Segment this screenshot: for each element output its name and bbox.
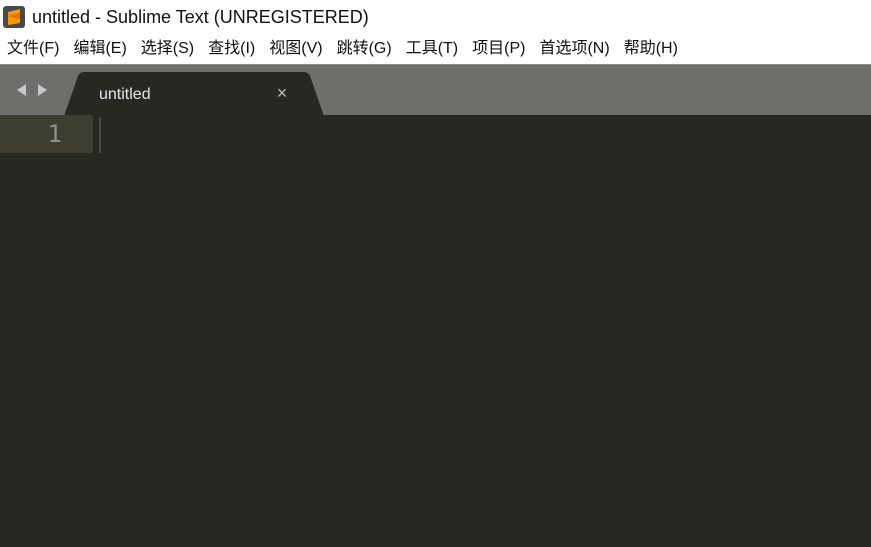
current-line-gutter: 1 xyxy=(0,115,93,153)
menu-tools[interactable]: 工具(T) xyxy=(399,35,465,63)
menu-find[interactable]: 查找(I) xyxy=(201,35,262,63)
tab-bar: untitled × xyxy=(0,64,871,116)
text-cursor xyxy=(99,117,101,153)
title-bar: untitled - Sublime Text (UNREGISTERED) xyxy=(0,0,871,34)
close-icon[interactable]: × xyxy=(274,84,290,102)
editor-area[interactable]: 1 xyxy=(0,115,871,547)
menu-preferences[interactable]: 首选项(N) xyxy=(532,35,616,63)
menu-help[interactable]: 帮助(H) xyxy=(617,35,685,63)
sublime-window: untitled - Sublime Text (UNREGISTERED) 文… xyxy=(0,0,871,547)
window-title: untitled - Sublime Text (UNREGISTERED) xyxy=(32,7,369,27)
menu-goto[interactable]: 跳转(G) xyxy=(330,35,399,63)
menu-selection[interactable]: 选择(S) xyxy=(134,35,201,63)
menu-edit[interactable]: 编辑(E) xyxy=(66,35,133,63)
line-number: 1 xyxy=(47,120,62,148)
tab-untitled[interactable]: untitled × xyxy=(64,72,324,116)
tab-navigation xyxy=(14,82,54,98)
tab-label: untitled xyxy=(99,86,151,103)
menu-bar: 文件(F) 编辑(E) 选择(S) 查找(I) 视图(V) 跳转(G) 工具(T… xyxy=(0,34,871,64)
left-arrow-icon[interactable] xyxy=(14,82,28,98)
sublime-text-logo-icon xyxy=(3,6,25,28)
menu-project[interactable]: 项目(P) xyxy=(465,35,532,63)
right-arrow-icon[interactable] xyxy=(36,82,50,98)
menu-view[interactable]: 视图(V) xyxy=(262,35,329,63)
menu-file[interactable]: 文件(F) xyxy=(0,35,66,63)
